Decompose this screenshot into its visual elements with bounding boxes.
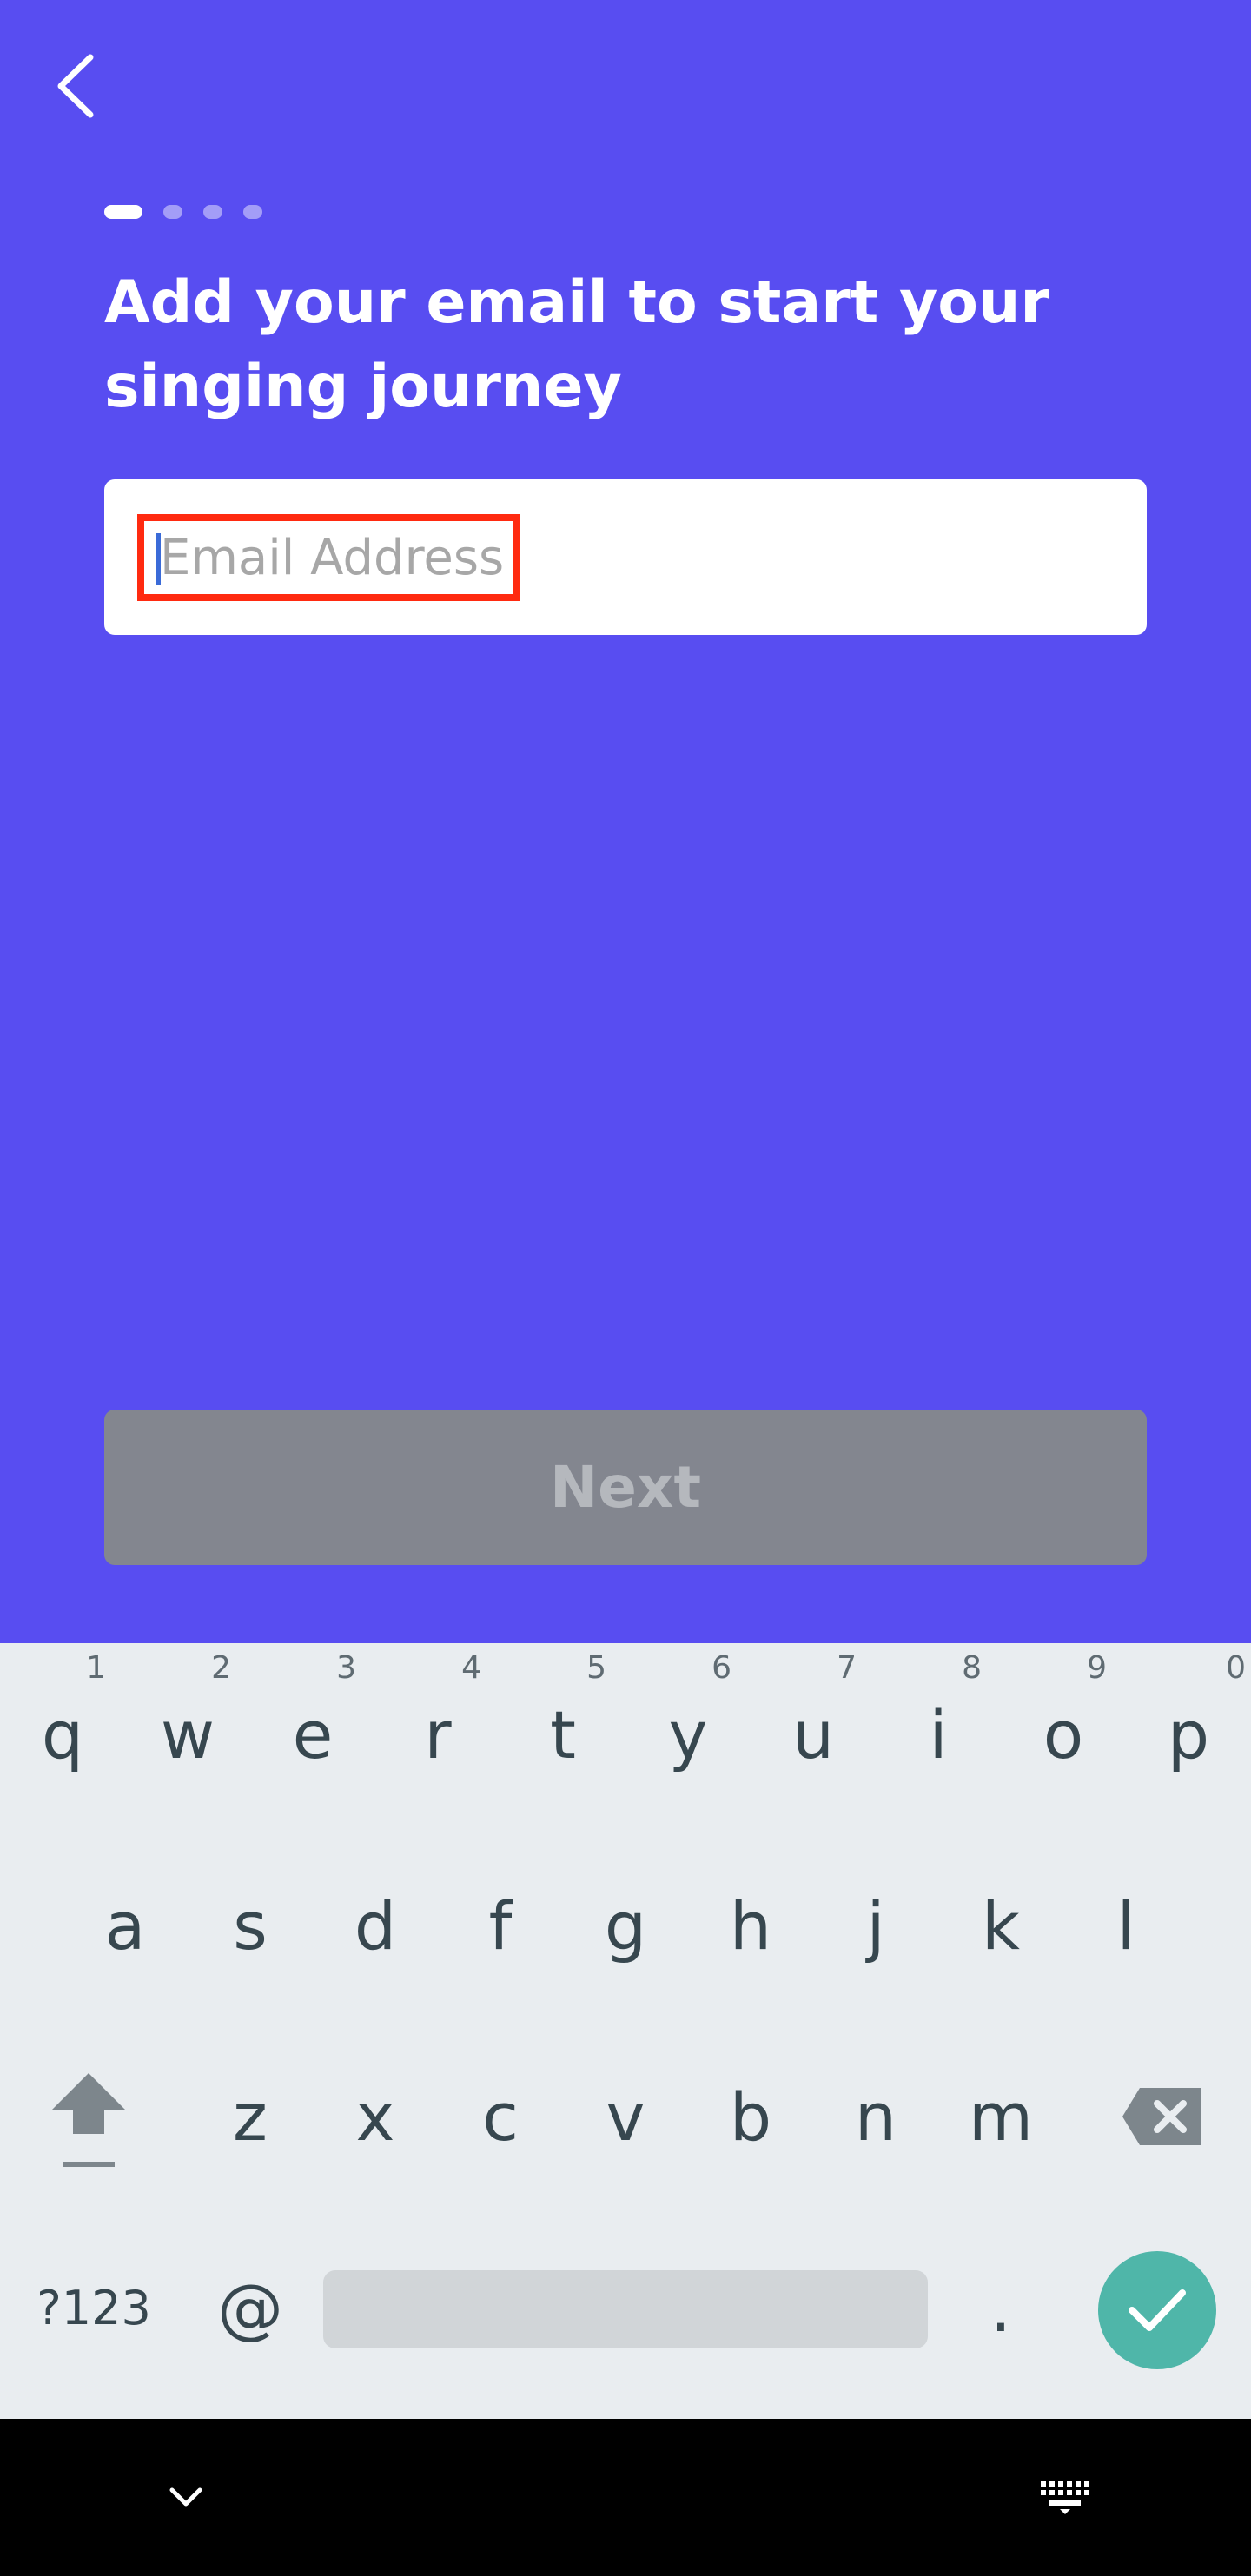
keyboard-switch-button[interactable]	[1030, 2462, 1100, 2532]
key-letter: o	[1042, 1695, 1084, 1773]
enter-key[interactable]	[1098, 2251, 1216, 2369]
key-p[interactable]: p 0	[1126, 1643, 1251, 1826]
system-navigation-bar	[0, 2419, 1251, 2576]
key-hint: 3	[336, 1650, 356, 1686]
key-v[interactable]: v	[563, 2025, 688, 2208]
key-letter: e	[292, 1695, 334, 1773]
key-u[interactable]: u 7	[751, 1643, 876, 1826]
at-key[interactable]: @	[188, 2216, 313, 2399]
key-letter: q	[41, 1695, 84, 1773]
key-hint: 1	[86, 1650, 106, 1686]
checkmark-icon	[1129, 2289, 1186, 2331]
key-t[interactable]: t 5	[500, 1643, 626, 1826]
back-button[interactable]	[47, 50, 109, 122]
key-g[interactable]: g	[563, 1834, 688, 2017]
progress-dot	[243, 205, 262, 219]
key-hint: 8	[962, 1650, 982, 1686]
key-j[interactable]: j	[813, 1834, 938, 2017]
backspace-icon	[1122, 2088, 1201, 2145]
key-hint: 7	[837, 1650, 857, 1686]
backspace-key[interactable]	[1100, 2025, 1225, 2208]
key-e[interactable]: e 3	[250, 1643, 375, 1826]
key-letter: u	[791, 1695, 835, 1773]
key-y[interactable]: y 6	[626, 1643, 751, 1826]
key-d[interactable]: d	[313, 1834, 438, 2017]
key-z[interactable]: z	[188, 2025, 313, 2208]
key-hint: 5	[586, 1650, 606, 1686]
key-l[interactable]: l	[1063, 1834, 1188, 2017]
progress-dot	[203, 205, 222, 219]
chevron-left-icon	[57, 54, 94, 118]
key-x[interactable]: x	[313, 2025, 438, 2208]
symbols-key[interactable]: ?123	[17, 2216, 170, 2399]
key-letter: i	[929, 1695, 948, 1773]
space-key[interactable]	[323, 2270, 928, 2348]
key-hint: 0	[1226, 1650, 1246, 1686]
key-m[interactable]: m	[938, 2025, 1063, 2208]
shift-key[interactable]	[26, 2025, 151, 2208]
key-q[interactable]: q 1	[0, 1643, 125, 1826]
key-letter: w	[160, 1695, 215, 1773]
key-letter: p	[1167, 1695, 1210, 1773]
keyboard-icon	[1041, 2481, 1089, 2514]
key-w[interactable]: w 2	[125, 1643, 250, 1826]
key-hint: 4	[461, 1650, 481, 1686]
shift-arrow-icon	[52, 2073, 125, 2167]
email-field-container[interactable]	[104, 479, 1147, 635]
key-i[interactable]: i 8	[876, 1643, 1001, 1826]
key-letter: y	[668, 1695, 708, 1773]
page-title: Add your email to start your singing jou…	[104, 268, 1049, 421]
soft-keyboard: q 1 w 2 e 3 r 4 t 5 y 6 u 7 i 8 o 9 p 0 …	[0, 1643, 1251, 2419]
chevron-down-icon	[169, 2487, 202, 2507]
key-r[interactable]: r 4	[375, 1643, 500, 1826]
key-o[interactable]: o 9	[1001, 1643, 1126, 1826]
progress-dot	[163, 205, 182, 219]
key-n[interactable]: n	[813, 2025, 938, 2208]
key-letter: t	[550, 1695, 576, 1773]
progress-dot-active	[104, 205, 142, 219]
key-c[interactable]: c	[438, 2025, 563, 2208]
period-key[interactable]: .	[938, 2216, 1063, 2399]
key-k[interactable]: k	[938, 1834, 1063, 2017]
hide-keyboard-button[interactable]	[151, 2462, 221, 2532]
key-letter: r	[424, 1695, 452, 1773]
key-h[interactable]: h	[688, 1834, 813, 2017]
next-button[interactable]: Next	[104, 1410, 1147, 1565]
key-a[interactable]: a	[63, 1834, 188, 2017]
key-hint: 9	[1087, 1650, 1107, 1686]
signup-email-screen: Add your email to start your singing jou…	[0, 0, 1251, 1643]
key-hint: 2	[211, 1650, 231, 1686]
key-f[interactable]: f	[438, 1834, 563, 2017]
key-b[interactable]: b	[688, 2025, 813, 2208]
email-input[interactable]	[153, 518, 1109, 598]
key-s[interactable]: s	[188, 1834, 313, 2017]
key-hint: 6	[712, 1650, 731, 1686]
